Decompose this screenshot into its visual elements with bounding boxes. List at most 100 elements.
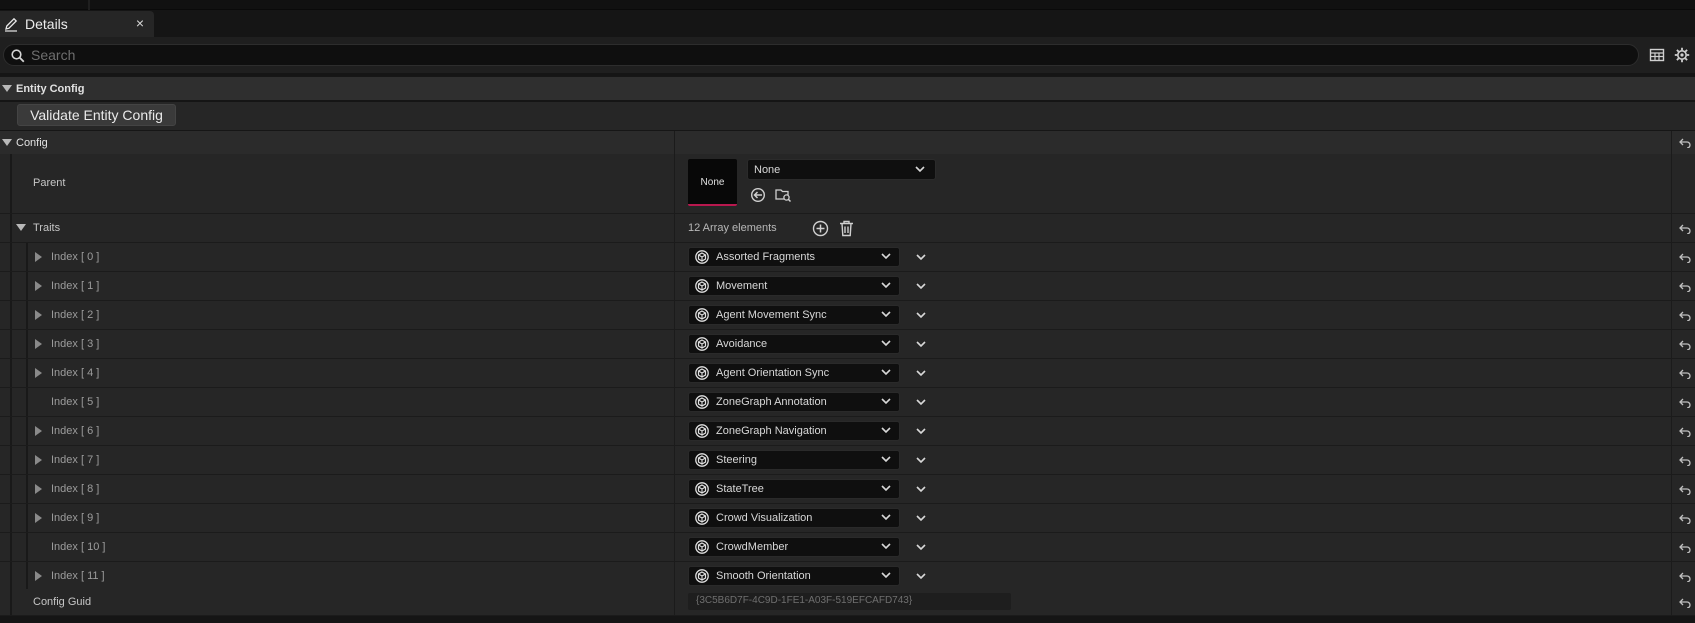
expand-arrow-icon[interactable] [35, 571, 43, 581]
element-options-chevron-icon[interactable] [916, 457, 926, 464]
trait-class-combo[interactable]: ZoneGraph Annotation [688, 392, 900, 412]
trait-class-combo[interactable]: Crowd Visualization [688, 508, 900, 528]
config-category-label: Config [16, 136, 48, 149]
trait-class-value: Agent Movement Sync [716, 309, 827, 321]
element-options-chevron-icon[interactable] [916, 312, 926, 319]
trait-class-combo[interactable]: Steering [688, 450, 900, 470]
search-icon [11, 49, 25, 63]
reset-to-default-icon[interactable] [1679, 311, 1691, 321]
entity-config-category-label: Entity Config [16, 82, 85, 95]
reset-to-default-icon[interactable] [1679, 369, 1691, 379]
trait-array-row: Index [ 1 ] Movement [0, 272, 1695, 301]
chevron-down-icon [881, 311, 891, 318]
element-options-chevron-icon[interactable] [916, 254, 926, 261]
expand-arrow-icon[interactable] [35, 455, 43, 465]
trait-class-value: Crowd Visualization [716, 512, 813, 524]
chevron-down-icon [881, 543, 891, 550]
expand-arrow-icon[interactable] [35, 281, 43, 291]
validate-entity-config-button[interactable]: Validate Entity Config [17, 104, 176, 126]
trait-class-combo[interactable]: Assorted Fragments [688, 247, 900, 267]
chevron-down-icon [881, 427, 891, 434]
trait-class-icon [695, 569, 709, 583]
element-options-chevron-icon[interactable] [916, 370, 926, 377]
table-icon[interactable] [1649, 47, 1665, 63]
trait-class-value: StateTree [716, 483, 764, 495]
trait-index-label: Index [ 4 ] [51, 367, 100, 379]
element-options-chevron-icon[interactable] [916, 341, 926, 348]
trait-class-combo[interactable]: StateTree [688, 479, 900, 499]
reset-to-default-icon[interactable] [1679, 427, 1691, 437]
config-guid-value: {3C5B6D7F-4C9D-1FE1-A03F-519EFCAFD743} [696, 595, 913, 606]
trait-class-combo[interactable]: Movement [688, 276, 900, 296]
trait-array-row: Index [ 5 ] ZoneGraph Annotation [0, 388, 1695, 417]
trait-class-icon [695, 482, 709, 496]
collapse-arrow-icon[interactable] [2, 138, 12, 147]
element-options-chevron-icon[interactable] [916, 283, 926, 290]
details-toolbar [0, 37, 1695, 73]
tab-bar: Details × [0, 10, 1695, 37]
trait-index-label: Index [ 10 ] [51, 541, 106, 553]
trait-class-value: Agent Orientation Sync [716, 367, 830, 379]
element-options-chevron-icon[interactable] [916, 544, 926, 551]
browse-folder-icon[interactable] [775, 187, 792, 203]
reset-to-default-icon[interactable] [1679, 398, 1691, 408]
details-tab[interactable]: Details × [0, 11, 154, 37]
expand-arrow-icon[interactable] [35, 426, 43, 436]
expand-arrow-icon[interactable] [35, 339, 43, 349]
reset-to-default-icon[interactable] [1679, 253, 1691, 263]
trait-class-combo[interactable]: CrowdMember [688, 537, 900, 557]
parent-thumbnail[interactable]: None [688, 159, 737, 206]
validate-row: Validate Entity Config [0, 102, 1695, 130]
parent-asset-picker[interactable]: None [747, 159, 936, 180]
trait-class-combo[interactable]: Avoidance [688, 334, 900, 354]
close-tab-icon[interactable]: × [136, 15, 144, 31]
trait-class-combo[interactable]: Smooth Orientation [688, 566, 900, 586]
element-options-chevron-icon[interactable] [916, 573, 926, 580]
parent-row: Parent None None [0, 154, 1695, 214]
trait-class-icon [695, 250, 709, 264]
collapse-arrow-icon[interactable] [16, 224, 26, 232]
reset-to-default-icon[interactable] [1679, 572, 1691, 582]
search-input[interactable] [31, 46, 1621, 64]
reset-to-default-icon[interactable] [1679, 456, 1691, 466]
trait-class-combo[interactable]: Agent Movement Sync [688, 305, 900, 325]
trait-index-label: Index [ 0 ] [51, 251, 100, 263]
trait-class-value: Steering [716, 454, 757, 466]
reset-to-default-icon[interactable] [1679, 514, 1691, 524]
chevron-down-icon [881, 369, 891, 376]
chevron-down-icon [915, 166, 925, 173]
reset-to-default-icon[interactable] [1679, 138, 1691, 148]
element-options-chevron-icon[interactable] [916, 399, 926, 406]
reset-to-default-icon[interactable] [1679, 340, 1691, 350]
trait-class-combo[interactable]: Agent Orientation Sync [688, 363, 900, 383]
expand-arrow-icon[interactable] [35, 368, 43, 378]
element-options-chevron-icon[interactable] [916, 515, 926, 522]
element-options-chevron-icon[interactable] [916, 428, 926, 435]
trait-array-row: Index [ 4 ] Agent Orientation Sync [0, 359, 1695, 388]
chevron-down-icon [881, 398, 891, 405]
expand-arrow-icon[interactable] [35, 513, 43, 523]
expand-arrow-icon[interactable] [35, 252, 43, 262]
trait-index-label: Index [ 11 ] [51, 570, 105, 582]
expand-arrow-icon[interactable] [35, 484, 43, 494]
reset-to-default-icon[interactable] [1679, 282, 1691, 292]
gear-icon[interactable] [1674, 47, 1690, 63]
trait-array-row: Index [ 10 ] CrowdMember [0, 533, 1695, 562]
reset-to-default-icon[interactable] [1679, 224, 1691, 234]
collapse-arrow-icon[interactable] [2, 84, 12, 93]
reset-to-default-icon[interactable] [1679, 543, 1691, 553]
entity-config-category[interactable]: Entity Config [0, 76, 1695, 100]
trait-class-icon [695, 308, 709, 322]
element-options-chevron-icon[interactable] [916, 486, 926, 493]
trait-class-combo[interactable]: ZoneGraph Navigation [688, 421, 900, 441]
reset-to-default-icon[interactable] [1679, 598, 1691, 608]
expand-arrow-icon[interactable] [35, 310, 43, 320]
delete-icon[interactable] [839, 220, 854, 237]
reset-to-default-icon[interactable] [1679, 485, 1691, 495]
chevron-down-icon [881, 253, 891, 260]
trait-class-value: CrowdMember [716, 541, 789, 553]
add-element-icon[interactable] [812, 220, 829, 237]
config-category[interactable]: Config [0, 130, 1695, 155]
trait-class-icon [695, 366, 709, 380]
use-selected-icon[interactable] [750, 187, 766, 203]
